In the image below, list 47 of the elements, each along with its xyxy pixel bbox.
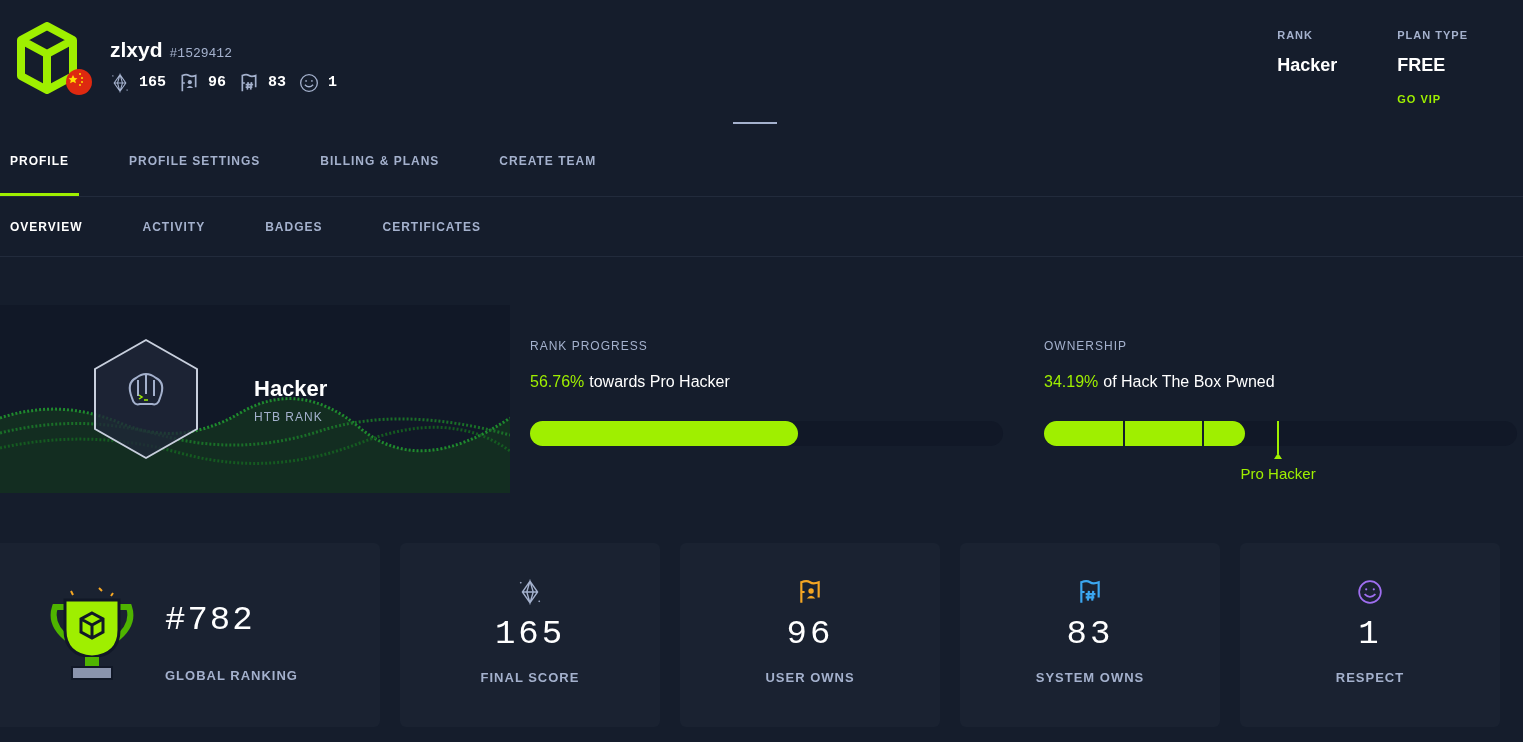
- rank-subtitle: HTB RANK: [254, 409, 324, 426]
- tab[interactable]: CERTIFICATES: [372, 197, 491, 256]
- smiley-icon: [1357, 579, 1383, 605]
- tab[interactable]: ACTIVITY: [132, 197, 216, 256]
- tab[interactable]: PROFILE SETTINGS: [119, 125, 271, 196]
- ranking-value: #782: [165, 599, 256, 641]
- stat-value: 83: [1066, 614, 1114, 655]
- username: zlxyd: [110, 37, 163, 63]
- percent-value: 34.19%: [1044, 372, 1099, 392]
- diamond-icon: [517, 579, 543, 605]
- tab[interactable]: BILLING & PLANS: [310, 125, 450, 196]
- progress-caption: towards Pro Hacker: [589, 372, 730, 392]
- stat-value: 165: [494, 614, 566, 655]
- flag-hash-icon: [239, 72, 260, 93]
- stat-value: 1: [1358, 614, 1382, 655]
- flag-user-icon: [179, 72, 199, 93]
- avatar-cube-icon: [17, 22, 93, 98]
- field-label: PLAN TYPE: [1397, 28, 1468, 43]
- section-label: OWNERSHIP: [1044, 338, 1128, 355]
- progress-caption: of Hack The Box Pwned: [1103, 372, 1275, 392]
- flag-hash-icon: [1077, 579, 1103, 605]
- stat-value: 165: [139, 72, 166, 93]
- tab[interactable]: BADGES: [255, 197, 333, 256]
- section-label: RANK PROGRESS: [530, 338, 649, 355]
- stat-value: 96: [208, 72, 227, 93]
- field-value: FREE: [1397, 53, 1447, 77]
- marker-pointer: [1273, 421, 1284, 459]
- stat-value: 1: [328, 72, 338, 93]
- percent-value: 56.76%: [530, 372, 585, 392]
- rank-title: Hacker: [254, 375, 328, 403]
- user-id: #1529412: [169, 45, 232, 63]
- card-label: GLOBAL RANKING: [165, 666, 298, 685]
- tab[interactable]: CREATE TEAM: [489, 125, 607, 196]
- stat-value: 96: [786, 614, 834, 655]
- card-label: RESPECT: [1335, 669, 1405, 687]
- marker-label: Pro Hacker: [1240, 464, 1316, 484]
- go-vip-link[interactable]: GO VIP: [1397, 90, 1468, 107]
- flag-user-icon: [797, 579, 823, 605]
- field-label: RANK: [1277, 28, 1314, 43]
- card-label: USER OWNS: [765, 669, 855, 687]
- tab[interactable]: PROFILE: [0, 125, 79, 196]
- card-label: FINAL SCORE: [480, 669, 580, 687]
- smiley-icon: [299, 72, 320, 93]
- card-label: SYSTEM OWNS: [1035, 669, 1145, 687]
- field-value: Hacker: [1277, 53, 1338, 77]
- tab[interactable]: OVERVIEW: [0, 197, 93, 256]
- stat-value: 83: [268, 72, 287, 93]
